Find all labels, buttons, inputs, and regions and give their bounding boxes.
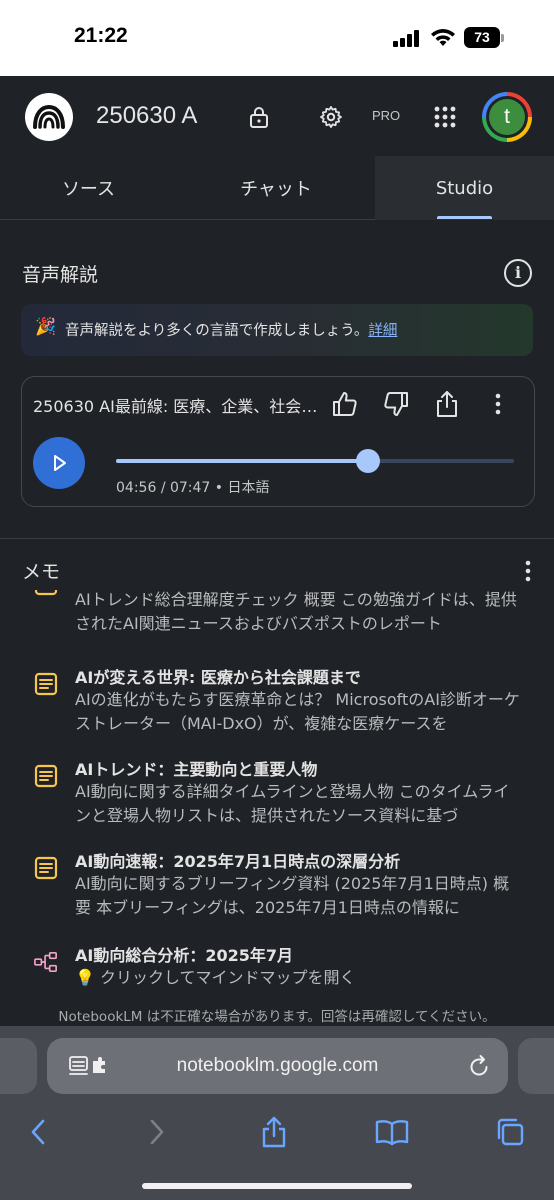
memo-snippet: AIの進化がもたらす医療革命とは？ MicrosoftのAI診断オーケストレータ… [75,688,523,736]
memo-snippet: 💡 クリックしてマインドマップを開く [75,968,356,987]
audio-current-time: 04:56 [116,480,157,496]
bookmarks-button[interactable] [374,1114,410,1150]
gear-icon [320,106,342,128]
chevron-right-icon [150,1119,164,1145]
safari-share-button[interactable] [256,1114,292,1150]
memo-snippet-text: AI動向に関する詳細タイムラインと登場人物 このタイムラインと登場人物リストは、… [75,782,510,825]
signal-icon [393,29,423,47]
battery-icon: 73 [464,27,500,48]
memo-snippet: AI動向に関する詳細タイムラインと登場人物 このタイムラインと登場人物リストは、… [75,780,523,828]
audio-total-time: 07:47 [169,480,211,496]
more-vertical-icon [525,560,531,582]
status-time: 21:22 [74,24,128,47]
thumbs-down-button[interactable] [379,387,413,421]
chevron-left-icon [31,1119,45,1145]
memo-more-button[interactable] [519,559,537,583]
memo-item[interactable]: AIが変える世界: 医療から社会課題まで AIの進化がもたらす医療革命とは？ M… [0,664,554,756]
share-icon [262,1116,286,1148]
memo-item-mindmap[interactable]: AI動向総合分析：2025年7月 💡 クリックしてマインドマップを開く [0,942,554,1002]
home-indicator[interactable] [142,1183,412,1189]
previous-tab-pill[interactable] [0,1038,37,1094]
more-vertical-icon [495,393,501,415]
document-icon [34,764,58,788]
ios-status-bar: 21:22 73 [0,0,554,76]
audio-meta: 04:56 / 07:47 • 日本語 [116,480,270,496]
section-divider [0,538,554,539]
memo-list: AIトレンド総合理解度チェック 概要 この勉強ガイドは、提供されたAI関連ニュー… [0,590,554,1002]
document-icon [34,856,58,880]
back-button[interactable] [20,1114,56,1150]
play-icon [54,455,66,471]
wifi-icon [431,29,455,46]
notebooklm-logo-icon [33,104,65,129]
audio-more-button[interactable] [481,387,515,421]
memo-title: AIが変える世界: 医療から社会課題まで [75,668,361,687]
memo-section-title: メモ [22,561,61,583]
active-tab-indicator [437,216,492,219]
settings-button[interactable] [314,100,348,134]
audio-progress-fill [116,459,369,463]
info-icon[interactable]: i [504,259,532,287]
audio-title: 250630 AI最前線: 医療、企業、社会の大転換 [33,397,323,416]
memo-snippet: AIトレンド総合理解度チェック 概要 この勉強ガイドは、提供されたAI関連ニュー… [75,590,523,636]
notebooklm-logo[interactable] [25,93,73,141]
main-tabs: ソース チャット Studio [0,156,554,220]
mindmap-icon [34,951,57,973]
document-icon [34,672,58,696]
share-icon [437,391,457,417]
banner-text: 音声解説をより多くの言語で作成しましょう。 [65,323,369,339]
book-icon [375,1120,409,1146]
audio-overview-card: 250630 AI最前線: 医療、企業、社会の大転換 04:56 [21,376,535,507]
memo-title: AI動向速報：2025年7月1日時点の深層分析 [75,852,401,871]
thumbs-up-button[interactable] [328,387,362,421]
tab-sources[interactable]: ソース [0,156,177,220]
avatar-ring-gap: t [486,96,528,138]
audio-progress-track[interactable] [116,449,514,473]
lock-icon [250,107,268,128]
apps-button[interactable] [428,100,462,134]
battery-nub [501,34,504,42]
banner-text-container: 音声解説をより多くの言語で作成しましょう。詳細 [65,319,397,340]
party-popper-icon: 🎉 [35,317,57,337]
tab-chat[interactable]: チャット [177,156,375,220]
banner-learn-more-link[interactable]: 詳細 [368,323,397,339]
memo-snippet-text: AIの進化がもたらす医療革命とは？ MicrosoftのAI診断オーケストレータ… [75,690,520,733]
language-banner: 🎉 音声解説をより多くの言語で作成しましょう。詳細 [21,304,533,356]
document-icon [34,590,58,596]
audio-progress-knob[interactable] [356,449,381,473]
address-bar[interactable]: notebooklm.google.com [47,1038,508,1094]
audio-section-title: 音声解説 [22,264,99,286]
memo-title: AI動向総合分析：2025年7月 [75,946,294,965]
pro-badge: PRO [372,108,401,123]
apps-grid-icon [434,106,456,128]
thumbs-up-icon [333,392,357,416]
url-text: notebooklm.google.com [176,1055,379,1076]
thumbs-down-icon [384,392,408,416]
audio-language: 日本語 [227,480,270,496]
memo-snippet-text: AI動向に関するブリーフィング資料 (2025年7月1日時点) 概要 本ブリーフ… [75,874,510,917]
reload-icon[interactable] [468,1054,490,1078]
memo-item[interactable]: AI動向速報：2025年7月1日時点の深層分析 AI動向に関するブリーフィング資… [0,848,554,940]
memo-item[interactable]: AIトレンド：主要動向と重要人物 AI動向に関する詳細タイムラインと登場人物 こ… [0,756,554,848]
memo-title: AIトレンド：主要動向と重要人物 [75,760,318,779]
share-lock-button[interactable] [242,100,276,134]
tabs-button[interactable] [492,1114,528,1150]
memo-snippet: AI動向に関するブリーフィング資料 (2025年7月1日時点) 概要 本ブリーフ… [75,872,523,920]
forward-button[interactable] [139,1114,175,1150]
play-button[interactable] [33,437,85,489]
notebook-title[interactable]: 250630 A [96,102,197,130]
tab-studio[interactable]: Studio [375,156,554,220]
app-header: 250630 A PRO t [0,76,554,160]
browser-toolbar: notebooklm.google.com [0,1026,554,1200]
memo-snippet-text: AIトレンド総合理解度チェック 概要 この勉強ガイドは、提供されたAI関連ニュー… [75,590,517,633]
tabs-icon [497,1118,524,1146]
audio-meta-separator: • [214,480,224,496]
next-tab-pill[interactable] [518,1038,554,1094]
share-button[interactable] [430,387,464,421]
memo-item[interactable]: AIトレンド総合理解度チェック 概要 この勉強ガイドは、提供されたAI関連ニュー… [0,590,554,656]
account-avatar[interactable]: t [482,92,532,142]
avatar-initial: t [489,99,525,135]
